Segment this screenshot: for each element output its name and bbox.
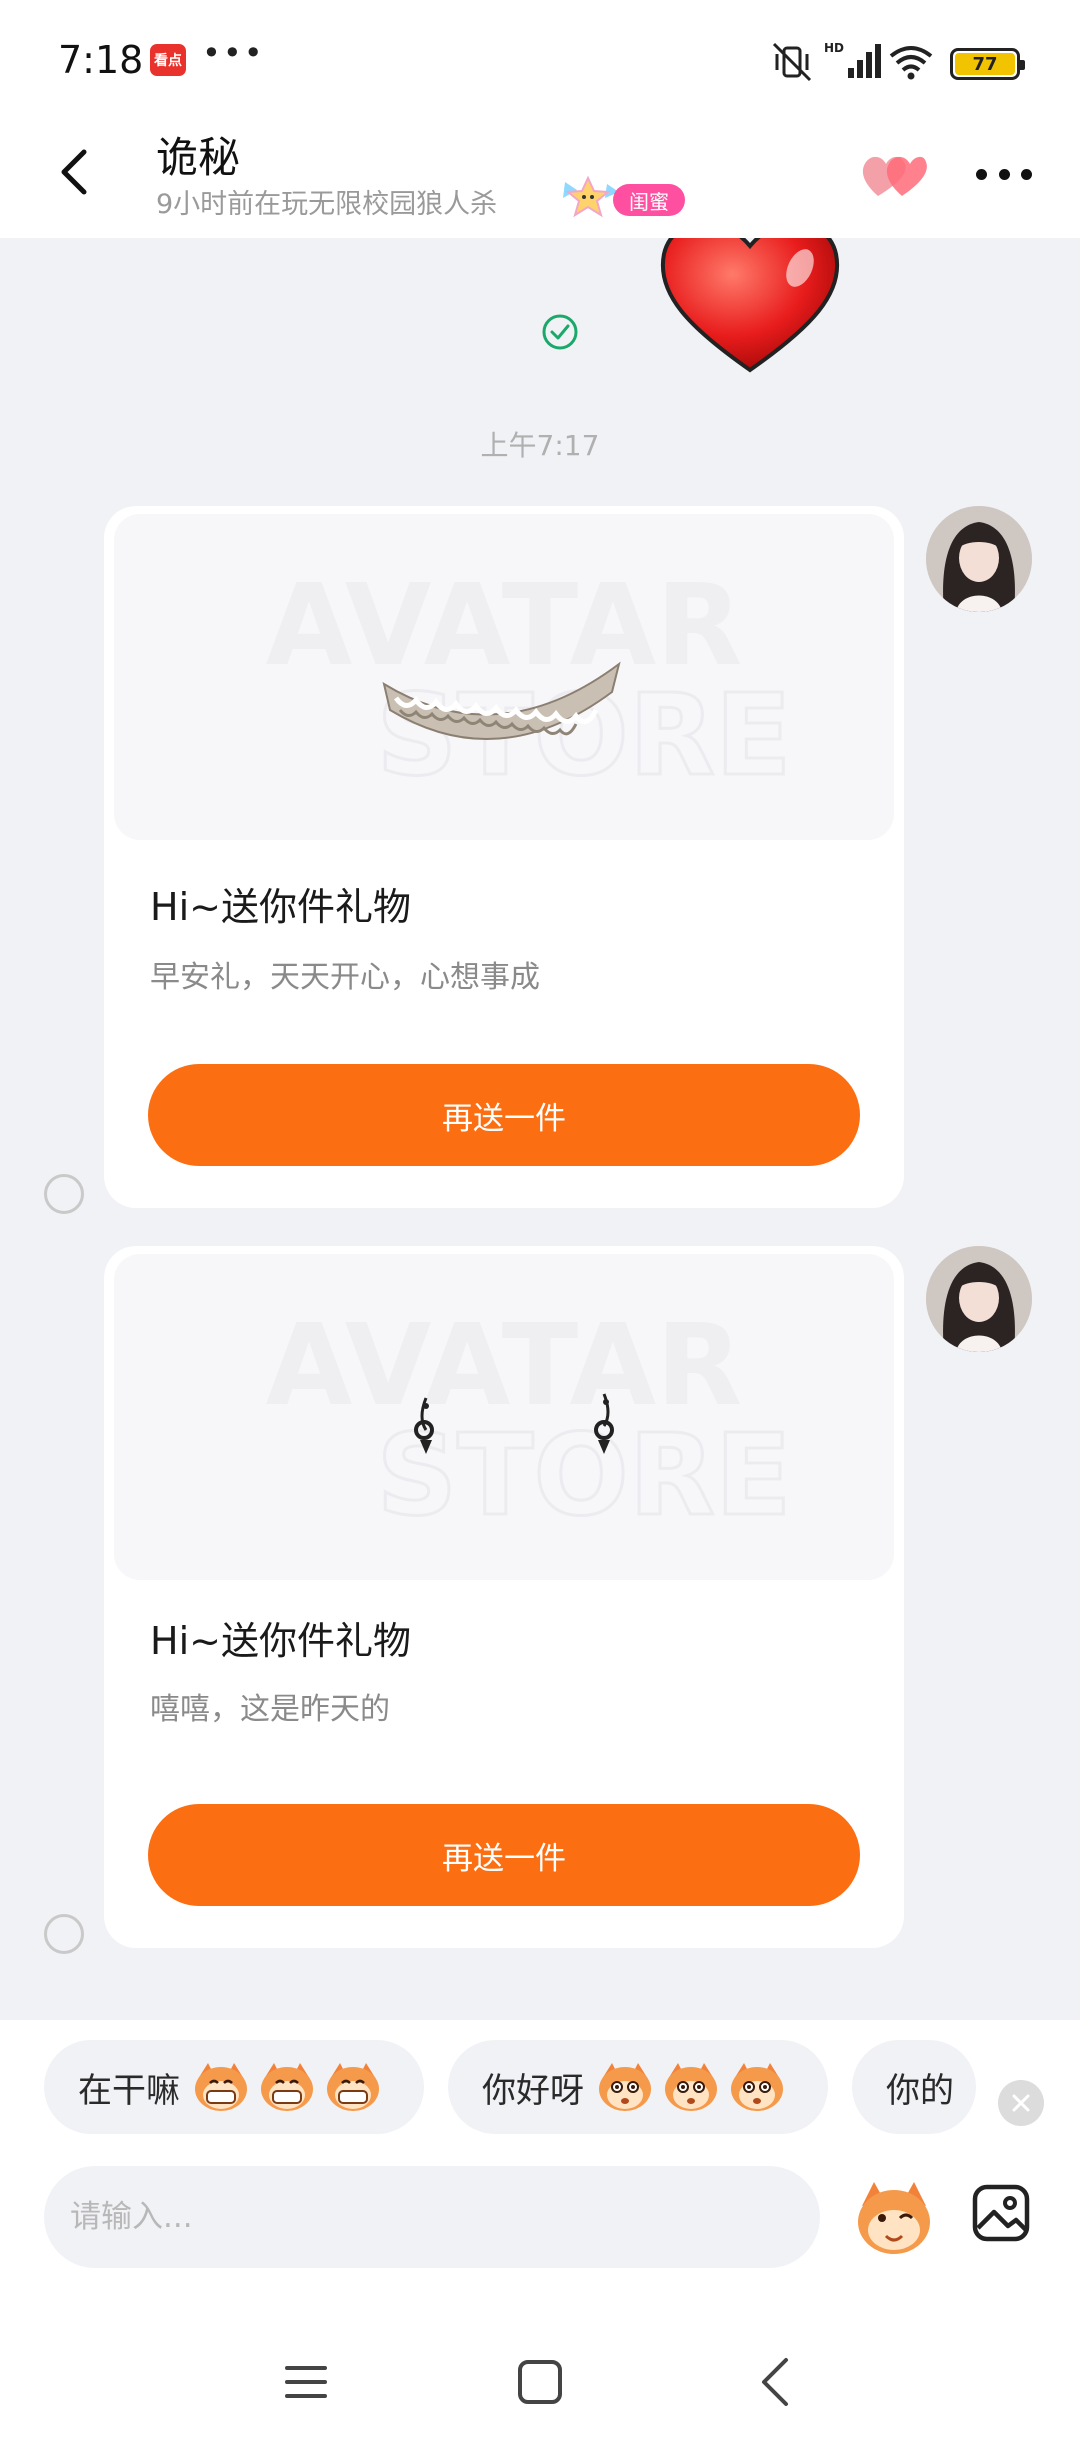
chat-area[interactable]: 上午7:17 AVATAR STORE Hi~送你件礼物 早安礼，天天开心，心想… (0, 238, 1080, 2020)
quick-reply-text: 你的 (886, 2070, 954, 2111)
battery-level: 77 (955, 53, 1015, 75)
svg-text:HD: HD (824, 41, 844, 55)
drop-earrings-gift (414, 1393, 614, 1454)
gift-message: 嘻嘻，这是昨天的 (150, 1692, 390, 1727)
resend-gift-button[interactable]: 再送一件 (148, 1064, 860, 1166)
quick-reply-chip[interactable]: 在干嘛 (44, 2040, 424, 2134)
avatar[interactable] (926, 1246, 1032, 1352)
gift-image: AVATAR STORE (114, 1254, 894, 1580)
mute-vibrate-icon (772, 42, 812, 82)
curious-monkey-icon (596, 2061, 794, 2113)
hd-signal-icon: HD (824, 41, 881, 78)
gift-image: AVATAR STORE (114, 514, 894, 840)
battery-icon: 77 (950, 48, 1025, 80)
double-heart-icon[interactable] (858, 146, 928, 202)
gift-card[interactable]: AVATAR STORE Hi~送你件礼物 嘻嘻，这是昨天的 再送一件 (104, 1246, 904, 1948)
wifi-icon (889, 46, 933, 80)
gift-card[interactable]: AVATAR STORE Hi~送你件礼物 早安礼，天天开心，心想事成 再送一件 (104, 506, 904, 1208)
back-icon[interactable] (50, 142, 98, 202)
close-quick-replies-icon[interactable] (998, 2080, 1044, 2126)
quick-reply-text: 你好呀 (482, 2070, 584, 2111)
heart-sticker (660, 238, 840, 373)
system-nav-bar (0, 2284, 1080, 2460)
message-select-checkbox[interactable] (44, 1914, 84, 1954)
grinning-monkey-icon (192, 2061, 390, 2113)
more-icon[interactable] (976, 164, 1032, 184)
status-bar: 7:18 看点 ••• HD 77 (0, 0, 1080, 120)
back-icon[interactable] (756, 2356, 792, 2408)
message-select-checkbox[interactable] (44, 1174, 84, 1214)
emoji-sticker-icon[interactable] (852, 2176, 936, 2260)
home-icon[interactable] (518, 2360, 562, 2404)
menu-icon[interactable] (283, 2362, 329, 2402)
lace-choker-gift (382, 661, 621, 741)
quick-reply-chip[interactable]: 你的 (852, 2040, 976, 2134)
gift-title: Hi~送你件礼物 (150, 1619, 411, 1663)
message-timestamp: 上午7:17 (480, 429, 600, 462)
avatar[interactable] (926, 506, 1032, 612)
gift-message: 早安礼，天天开心，心想事成 (150, 960, 540, 995)
app-notification-icon: 看点 (150, 44, 186, 76)
friend-tag-label: 闺蜜 (613, 184, 685, 216)
friend-tag[interactable]: 闺蜜 (555, 176, 695, 218)
resend-gift-button[interactable]: 再送一件 (148, 1804, 860, 1906)
status-time: 7:18 (58, 38, 144, 82)
chat-title[interactable]: 诡秘 (156, 124, 240, 185)
sent-check-icon (542, 314, 578, 350)
message-input[interactable] (44, 2166, 820, 2268)
chat-header: 诡秘 9小时前在玩无限校园狼人杀 闺蜜 (0, 120, 1080, 238)
quick-reply-text: 在干嘛 (78, 2070, 180, 2111)
input-bar (0, 2156, 1080, 2284)
quick-reply-bar: 在干嘛 你好呀 你的 (0, 2020, 1080, 2156)
chat-subtitle: 9小时前在玩无限校园狼人杀 (156, 189, 498, 220)
quick-reply-chip[interactable]: 你好呀 (448, 2040, 828, 2134)
star-sticker-icon (563, 176, 619, 218)
image-icon[interactable] (970, 2182, 1032, 2244)
gift-title: Hi~送你件礼物 (150, 885, 411, 929)
more-notifications-icon: ••• (202, 34, 265, 72)
